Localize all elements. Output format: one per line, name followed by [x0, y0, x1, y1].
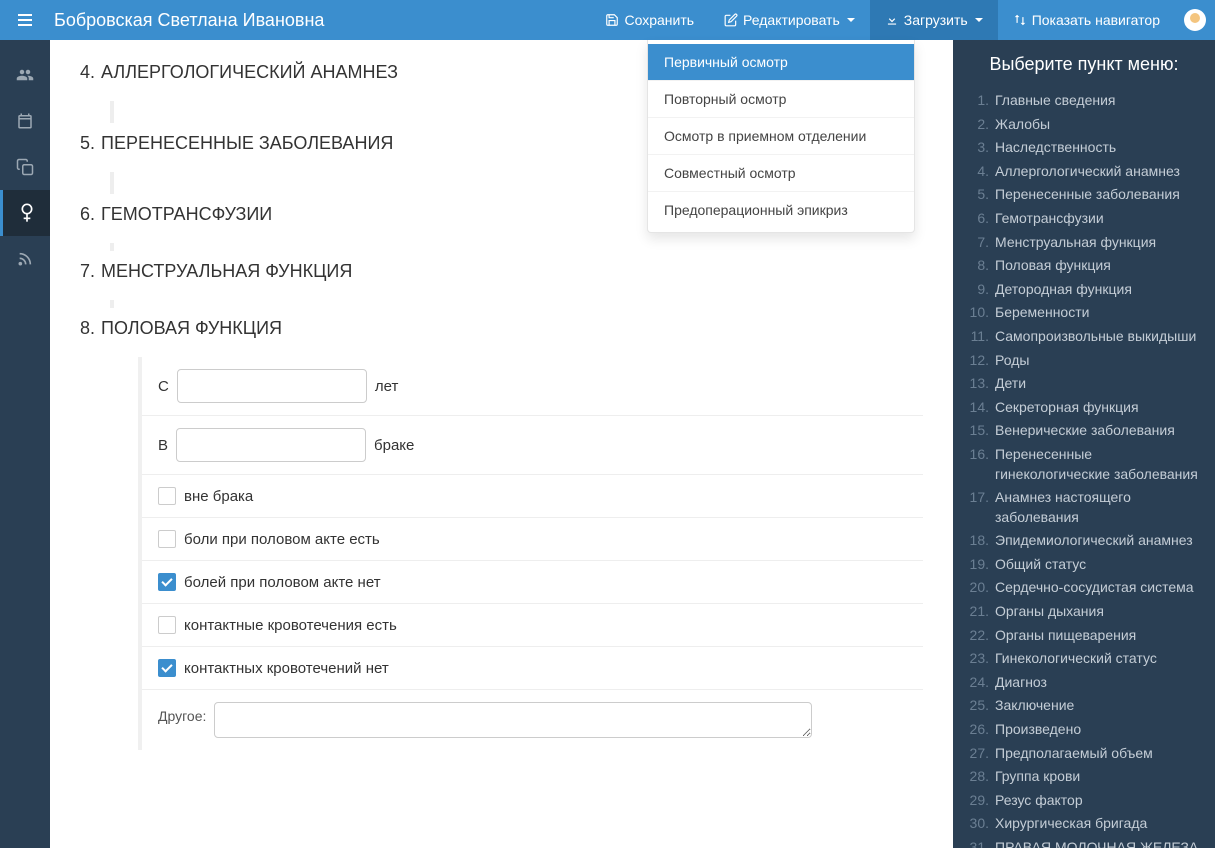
navigator-item[interactable]: Гемотрансфузии — [965, 207, 1203, 231]
navigator-item[interactable]: Эпидемиологический анамнез — [965, 529, 1203, 553]
dropdown-item[interactable]: Первичный осмотр — [648, 44, 914, 81]
checkbox-row: контактных кровотечений нет — [142, 647, 923, 690]
navigator-item[interactable]: Органы пищеварения — [965, 624, 1203, 648]
navigator-button[interactable]: Показать навигатор — [998, 0, 1175, 40]
navigator-item[interactable]: Перенесенные гинекологические заболевани… — [965, 443, 1203, 486]
navigator-item[interactable]: Предполагаемый объем — [965, 742, 1203, 766]
checkbox-row: вне брака — [142, 475, 923, 518]
navigator-title: Выберите пункт меню: — [965, 54, 1203, 75]
checkbox-row: болей при половом акте нет — [142, 561, 923, 604]
navigator-item[interactable]: Заключение — [965, 694, 1203, 718]
checkbox-row: боли при половом акте есть — [142, 518, 923, 561]
navigator-item[interactable]: Сердечно-сосудистая система — [965, 576, 1203, 600]
save-icon — [605, 13, 619, 27]
sidebar-calendar[interactable] — [0, 98, 50, 144]
dropdown-item[interactable]: Осмотр в приемном отделении — [648, 118, 914, 155]
navigator-item[interactable]: Резус фактор — [965, 789, 1203, 813]
save-label: Сохранить — [624, 12, 694, 28]
dropdown-item[interactable]: Предоперационный эпикриз — [648, 192, 914, 228]
marriage-row: В браке — [142, 416, 923, 475]
navigator-item[interactable]: Половая функция — [965, 254, 1203, 278]
checkbox-bleeding-yes[interactable] — [158, 616, 176, 634]
hamburger-icon — [18, 14, 32, 26]
section-content-placeholder — [110, 243, 114, 251]
navigator-item[interactable]: Анамнез настоящего заболевания — [965, 486, 1203, 529]
navigator-item[interactable]: Органы дыхания — [965, 600, 1203, 624]
left-sidebar — [0, 40, 50, 848]
edit-label: Редактировать — [743, 12, 840, 28]
navigator-item[interactable]: Наследственность — [965, 136, 1203, 160]
caret-down-icon — [975, 18, 983, 22]
navigator-item[interactable]: Аллергологический анамнез — [965, 160, 1203, 184]
navigator-item[interactable]: Жалобы — [965, 113, 1203, 137]
load-button[interactable]: Загрузить — [870, 0, 998, 40]
checkbox-out-of-marriage[interactable] — [158, 487, 176, 505]
navigator-item[interactable]: Роды — [965, 349, 1203, 373]
sidebar-patients[interactable] — [0, 52, 50, 98]
dropdown-item[interactable]: Повторный осмотр — [648, 81, 914, 118]
save-button[interactable]: Сохранить — [590, 0, 709, 40]
checkbox-row: контактные кровотечения есть — [142, 604, 923, 647]
checkbox-pain-yes[interactable] — [158, 530, 176, 548]
menu-toggle[interactable] — [0, 0, 50, 40]
marriage-input[interactable] — [176, 428, 366, 462]
navigator-item[interactable]: Диагноз — [965, 671, 1203, 695]
navigator-item[interactable]: Хирургическая бригада — [965, 812, 1203, 836]
navigator-item[interactable]: Венерические заболевания — [965, 419, 1203, 443]
navigator-item[interactable]: Группа крови — [965, 765, 1203, 789]
navigator-list: Главные сведенияЖалобыНаследственностьАл… — [965, 89, 1203, 848]
section-8-header: 8. ПОЛОВАЯ ФУНКЦИЯ — [80, 318, 923, 339]
navigator-item[interactable]: Самопроизвольные выкидыши — [965, 325, 1203, 349]
navigator-item[interactable]: Общий статус — [965, 553, 1203, 577]
other-row: Другое: — [142, 690, 923, 750]
copy-icon — [16, 158, 34, 176]
navigator-item[interactable]: Гинекологический статус — [965, 647, 1203, 671]
navigator-item[interactable]: Детородная функция — [965, 278, 1203, 302]
rss-icon — [17, 251, 33, 267]
navigator-item[interactable]: Произведено — [965, 718, 1203, 742]
age-from-row: С лет — [142, 357, 923, 416]
load-dropdown: Первичный осмотрПовторный осмотрОсмотр в… — [647, 40, 915, 233]
topbar: Бобровская Светлана Ивановна Сохранить Р… — [0, 0, 1215, 40]
navigator-item[interactable]: Перенесенные заболевания — [965, 183, 1203, 207]
load-label: Загрузить — [904, 12, 968, 28]
navigator-label: Показать навигатор — [1032, 12, 1160, 28]
edit-icon — [724, 13, 738, 27]
other-textarea[interactable] — [214, 702, 812, 738]
sort-icon — [1013, 13, 1027, 27]
edit-button[interactable]: Редактировать — [709, 0, 870, 40]
navigator-item[interactable]: Дети — [965, 372, 1203, 396]
checkbox-bleeding-no[interactable] — [158, 659, 176, 677]
form-section-8: С лет В браке вне брака боли при половом… — [138, 357, 923, 750]
navigator-item[interactable]: Менструальная функция — [965, 231, 1203, 255]
caret-down-icon — [847, 18, 855, 22]
toolbar: Сохранить Редактировать Загрузить Показа… — [590, 0, 1175, 40]
user-avatar[interactable] — [1175, 9, 1215, 31]
section-content-placeholder — [110, 300, 114, 308]
navigator-item[interactable]: ПРАВАЯ МОЛОЧНАЯ ЖЕЛЕЗА — [965, 836, 1203, 848]
navigator-item[interactable]: Главные сведения — [965, 89, 1203, 113]
users-icon — [16, 66, 34, 84]
section-7-header: 7. МЕНСТРУАЛЬНАЯ ФУНКЦИЯ — [80, 261, 923, 282]
age-from-input[interactable] — [177, 369, 367, 403]
female-icon — [19, 203, 35, 223]
navigator-item[interactable]: Беременности — [965, 301, 1203, 325]
sidebar-gynecology[interactable] — [0, 190, 50, 236]
download-icon — [885, 13, 899, 27]
sidebar-rss[interactable] — [0, 236, 50, 282]
navigator-item[interactable]: Секреторная функция — [965, 396, 1203, 420]
section-content-placeholder — [110, 172, 114, 194]
sidebar-copy[interactable] — [0, 144, 50, 190]
patient-name: Бобровская Светлана Ивановна — [50, 10, 324, 31]
dropdown-item[interactable]: Совместный осмотр — [648, 155, 914, 192]
checkbox-pain-no[interactable] — [158, 573, 176, 591]
section-content-placeholder — [110, 101, 114, 123]
right-navigator: Выберите пункт меню: Главные сведенияЖал… — [953, 40, 1215, 848]
calendar-icon — [16, 112, 34, 130]
